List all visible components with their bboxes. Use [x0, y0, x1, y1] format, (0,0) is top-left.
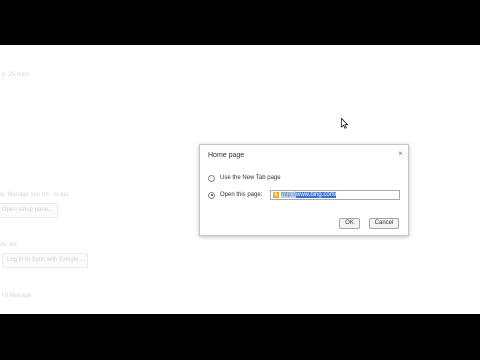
mouse-cursor-icon — [341, 118, 349, 129]
faded-settings-text: w. Manage you un . tu pla — [0, 192, 69, 198]
dialog-title: Home page — [208, 152, 245, 159]
faded-settings-button[interactable]: Open setup pane... — [0, 203, 59, 218]
close-icon[interactable]: × — [396, 149, 405, 158]
bing-favicon-icon: b — [273, 192, 279, 198]
option-new-tab-label: Use the New Tab page — [220, 175, 281, 181]
ok-button[interactable]: OK — [339, 218, 360, 229]
cancel-button[interactable]: Cancel — [369, 218, 399, 229]
url-prefix: http:// — [281, 192, 297, 198]
radio-open-page[interactable] — [208, 191, 215, 199]
option-new-tab-row[interactable]: Use the New Tab page — [208, 173, 281, 183]
home-page-dialog: Home page × Use the New Tab page Open th… — [199, 144, 409, 236]
faded-settings-text: y: 25 mins — [2, 72, 30, 78]
faded-settings-text: HI Manage — [2, 293, 32, 299]
home-page-url-input[interactable]: b http://www.bing.com/ — [270, 190, 400, 200]
faded-settings-text: Ac acc — [0, 242, 19, 248]
faded-settings-button[interactable]: Log in to Sync with Google... — [2, 253, 89, 268]
url-text: http://www.bing.com/ — [281, 192, 337, 198]
radio-new-tab[interactable] — [208, 174, 215, 182]
option-open-page-row[interactable]: Open this page: — [208, 190, 262, 200]
browser-settings-page: y: 25 mins w. Manage you un . tu pla Ope… — [0, 45, 480, 314]
option-open-page-label: Open this page: — [220, 192, 263, 198]
url-selected-text: www.bing.com/ — [296, 192, 337, 198]
